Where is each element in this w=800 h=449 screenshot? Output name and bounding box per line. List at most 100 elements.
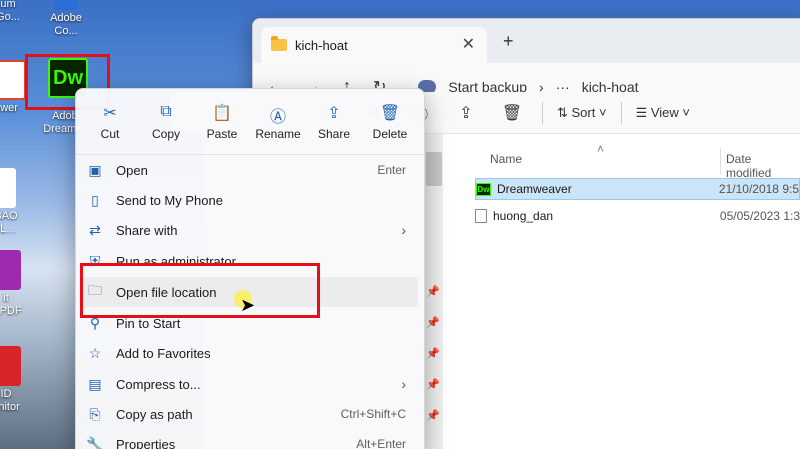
menu-item-shortcut: Enter [377, 163, 406, 177]
file-name: Dreamweaver [497, 182, 572, 196]
column-header-name[interactable]: Name [490, 152, 522, 166]
phone-icon: ▯ [91, 191, 99, 208]
menu-item-properties[interactable]: 🔧 Properties Alt+Enter [80, 429, 418, 449]
menu-item-open[interactable]: ▣ Open Enter [80, 155, 418, 185]
scissors-icon: ✂ [103, 104, 117, 122]
file-name-cell: huong_dan [475, 209, 720, 223]
cut-label: Cut [100, 126, 120, 141]
pin-icon: 📌 [426, 348, 440, 360]
menu-item-label: Compress to... [116, 376, 201, 392]
rename-label: Rename [255, 126, 301, 141]
file-name: huong_dan [493, 209, 554, 223]
pin-icon: 📌 [426, 317, 440, 329]
paste-button[interactable]: 📋 Paste [194, 103, 250, 141]
desktop-icon-label: ewer [0, 102, 18, 114]
copy-button[interactable]: ⧉ Copy [138, 103, 194, 141]
toolbar-divider [542, 101, 543, 124]
file-row-huong-dan[interactable]: huong_dan 05/05/2023 1:3 [475, 205, 800, 227]
menu-item-send-to-my-phone[interactable]: ▯ Send to My Phone [80, 185, 418, 215]
desktop-icon-adobe-co[interactable]: Adobe Co... [36, 0, 96, 38]
desktop-icon-foxit-pdf[interactable]: it mPDF [0, 250, 36, 318]
delete-button[interactable]: 🗑 Delete [362, 103, 418, 141]
wrench-icon: 🔧 [86, 435, 104, 449]
menu-item-label: Pin to Start [116, 315, 181, 331]
file-date: 21/10/2018 9:5 [718, 182, 799, 196]
file-row-dreamweaver[interactable]: Dw Dreamweaver 21/10/2018 9:5 [475, 178, 800, 200]
menu-item-label: Send to My Phone [116, 192, 223, 208]
desktop-icon-pdf-viewer[interactable]: ewer [0, 60, 36, 115]
menu-item-shortcut: Ctrl+Shift+C [340, 407, 406, 421]
menu-item-label: Run as administrator [116, 253, 236, 269]
folder-open-icon: 🗀 [88, 282, 102, 298]
share-icon[interactable]: ⇪ [450, 103, 482, 123]
desktop-icon-label: ID onitor [0, 388, 20, 413]
pin-icon: 📌 [426, 286, 440, 298]
toolbar-divider [620, 101, 622, 124]
desktop-icon-label: it mPDF [0, 292, 22, 317]
delete-label: Delete [372, 126, 408, 141]
menu-item-label: Share with [116, 222, 178, 238]
close-tab-icon[interactable]: ✕ [462, 34, 475, 54]
scrollbar-thumb[interactable] [426, 152, 442, 186]
menu-item-label: Properties [116, 436, 176, 449]
mouse-pointer-icon: ➤ [240, 295, 256, 315]
menu-item-label: Open [116, 162, 148, 178]
view-label: View [650, 104, 679, 120]
document-file-icon [475, 209, 487, 223]
adobe-app-icon [54, 0, 78, 10]
column-divider[interactable] [720, 148, 721, 174]
desktop-icon-label: Adobe Co... [50, 12, 82, 37]
sort-button[interactable]: ⇅ Sort ˅ [557, 105, 607, 121]
file-date: 05/05/2023 1:3 [719, 209, 800, 223]
sort-label: Sort [571, 104, 596, 120]
cut-button[interactable]: ✂ Cut [82, 103, 138, 141]
pin-icon: 📌 [426, 410, 440, 422]
copy-path-icon: ⎘ [89, 405, 101, 422]
desktop-icon-monitor[interactable]: ID onitor [0, 346, 36, 414]
menu-item-add-to-favorites[interactable]: ☆ Add to Favorites [80, 338, 418, 368]
dreamweaver-file-icon: Dw [476, 182, 491, 196]
menu-item-share-with[interactable]: ⇄ Share with › [80, 215, 418, 245]
shield-icon: ⛨ [89, 252, 101, 269]
archive-icon: ▤ [88, 375, 102, 392]
share-label: Share [317, 126, 351, 141]
menu-item-label: Add to Favorites [116, 345, 211, 361]
menu-item-run-as-administrator[interactable]: ⛨ Run as administrator [80, 246, 418, 276]
pdf-icon [0, 60, 26, 100]
share-button[interactable]: ⇪ Share [306, 103, 362, 141]
spreadsheet-icon [0, 168, 16, 208]
copy-label: Copy [151, 126, 180, 141]
sort-chevron-icon: ˄ [597, 142, 605, 156]
share-icon: ⇪ [327, 104, 341, 122]
share-with-icon: ⇄ [89, 221, 101, 238]
monitor-app-icon [0, 346, 21, 386]
view-button[interactable]: ☰ View ˅ [636, 105, 690, 121]
rename-icon: Ⓐ [269, 108, 286, 126]
delete-icon[interactable]: 🗑 [496, 103, 528, 123]
folder-icon [271, 36, 287, 51]
menu-item-compress-to[interactable]: ▤ Compress to... › [80, 369, 418, 399]
menu-item-copy-as-path[interactable]: ⎘ Copy as path Ctrl+Shift+C [80, 399, 418, 429]
menu-item-label: Open file location [116, 284, 217, 300]
desktop-icon-spreadsheet[interactable]: BAO -L... [0, 168, 36, 236]
copy-icon: ⧉ [160, 102, 172, 120]
tab-bar: kich-hoat ✕ + [253, 19, 800, 63]
desktop-icon-label: BAO -L... [0, 210, 18, 235]
tab-kich-hoat[interactable]: kich-hoat ✕ [261, 27, 487, 63]
menu-item-label: Copy as path [116, 406, 193, 422]
new-tab-button[interactable]: + [503, 31, 514, 52]
pin-icon: 📌 [426, 379, 440, 391]
star-icon: ☆ [88, 344, 102, 361]
chevron-right-icon: › [401, 376, 406, 392]
column-header-date-modified[interactable]: Date modified [726, 152, 800, 180]
desktop-icon-1[interactable]: um Go... [0, 0, 38, 24]
context-menu: ✂ Cut ⧉ Copy 📋 Paste Ⓐ Rename ⇪ Share 🗑 … [75, 88, 425, 449]
pdf-reader-icon [0, 250, 21, 290]
paste-label: Paste [206, 126, 238, 141]
rename-button[interactable]: Ⓐ Rename [250, 103, 306, 141]
desktop-icon-label: um Go... [0, 0, 20, 23]
clipboard-icon: 📋 [212, 104, 232, 122]
chevron-right-icon: › [401, 222, 406, 238]
open-icon: ▣ [88, 161, 102, 178]
menu-item-shortcut: Alt+Enter [356, 437, 406, 449]
